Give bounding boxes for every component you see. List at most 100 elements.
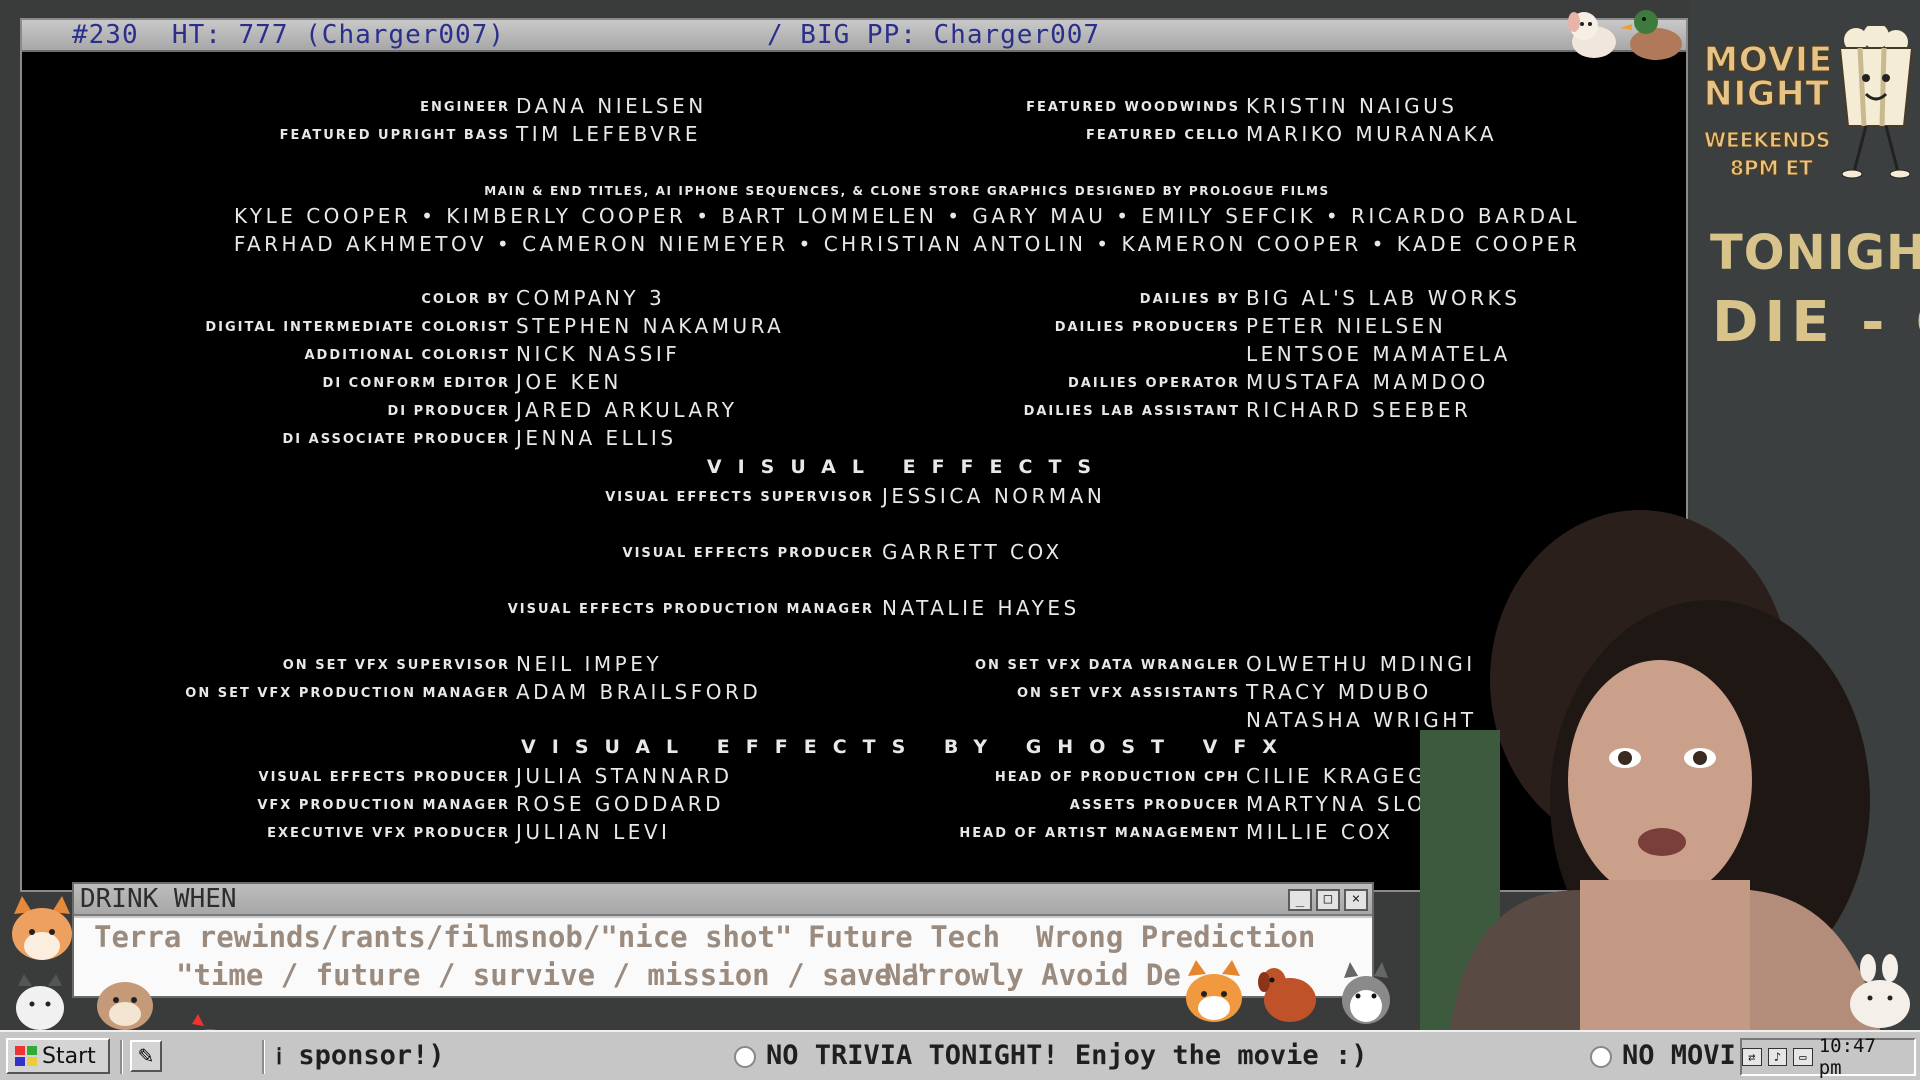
credit-role: Assets Producer <box>1069 798 1240 813</box>
credit-role: Color by <box>421 292 510 307</box>
credit-role: Featured Woodwinds <box>1026 100 1240 115</box>
credit-name: STEPHEN NAKAMURA <box>516 314 785 338</box>
player-title-right: / BIG PP: Charger007 <box>767 20 1101 50</box>
credit-name: MARTYNA SLO <box>1246 792 1427 816</box>
credit-name: NICK NASSIF <box>516 342 681 366</box>
credit-role: Visual Effects Supervisor <box>605 490 874 505</box>
credit-name: TIM LEFEBVRE <box>516 122 701 146</box>
clock[interactable]: 10:47 pm <box>1819 1035 1908 1079</box>
taskbar-separator <box>120 1040 123 1074</box>
minimize-icon[interactable]: _ <box>1288 889 1312 911</box>
ticker-dot-icon <box>1590 1045 1612 1068</box>
drink-when-title: DRINK WHEN <box>80 884 237 914</box>
ticker-dot-icon <box>734 1045 756 1068</box>
maximize-icon[interactable]: □ <box>1316 889 1340 911</box>
drink-rule: Wrong Prediction <box>1036 920 1316 954</box>
bunny-pet-icon <box>1846 954 1916 1034</box>
drink-rule: Future Tech <box>808 920 1001 954</box>
credit-role: DI Associate Producer <box>282 432 510 447</box>
window-controls: _ □ × <box>1288 889 1368 911</box>
dog-pet-icon <box>1562 6 1626 66</box>
credit-name: LENTSOE MAMATELA <box>1246 342 1511 366</box>
credit-name: TRACY MDUBO <box>1246 680 1432 704</box>
credit-name: JOE KEN <box>516 370 622 394</box>
ticker-left-text: sponsor!) <box>298 1040 445 1071</box>
credit-role: Engineer <box>420 100 510 115</box>
credit-name: JULIAN LEVI <box>516 820 671 844</box>
husky-pet-icon <box>1336 962 1396 1032</box>
credit-role: Dailies Lab Assistant <box>1023 404 1240 419</box>
credit-name: NEIL IMPEY <box>516 652 663 676</box>
credit-name: MARIKO MURANAKA <box>1246 122 1498 146</box>
close-icon[interactable]: × <box>1344 889 1368 911</box>
player-titlebar[interactable]: #230 HT: 777 (Charger007) / BIG PP: Char… <box>22 20 1686 76</box>
tonight-label: TONIGHT: <box>1710 225 1920 281</box>
credit-role: Dailies by <box>1139 292 1240 307</box>
credit-titles-role: Main & End Titles, AI iPhone Sequences, … <box>484 184 1330 198</box>
monitor-icon[interactable]: ▭ <box>1793 1048 1813 1066</box>
drink-rule: "time / future / survive / mission / sav… <box>176 958 927 992</box>
logo-line-3: WEEKENDS <box>1703 128 1831 153</box>
drink-rule: Terra rewinds/rants/filmsnob/"nice shot" <box>94 920 793 954</box>
dog-pet-icon <box>1256 960 1320 1030</box>
credit-role: Head of Production CPH <box>994 770 1240 785</box>
credit-role: DI Conform Editor <box>322 376 510 391</box>
drink-when-body: Terra rewinds/rants/filmsnob/"nice shot"… <box>74 918 1372 996</box>
credit-role: Additional Colorist <box>304 348 510 363</box>
notepad-icon[interactable]: ✎ <box>130 1040 162 1072</box>
start-button[interactable]: Start <box>6 1038 110 1074</box>
credit-heading-vfx: VISUAL EFFECTS <box>706 456 1108 478</box>
credit-role: Dailies Producers <box>1054 320 1240 335</box>
credit-name: ADAM BRAILSFORD <box>516 680 762 704</box>
credit-role: On Set VFX Assistants <box>1016 686 1240 701</box>
drink-rule: Narrowly Avoid De <box>884 958 1181 992</box>
ticker-mid: NO TRIVIA TONIGHT! Enjoy the movie :) <box>734 1040 1367 1071</box>
credit-role: Executive VFX Producer <box>267 826 510 841</box>
credit-role: Visual Effects Production Manager <box>507 602 874 617</box>
credit-role: Dailies Operator <box>1067 376 1240 391</box>
credit-name: PETER NIELSEN <box>1246 314 1447 338</box>
credit-role: On Set VFX Production Manager <box>185 686 510 701</box>
drink-when-titlebar[interactable]: DRINK WHEN <box>74 884 1372 916</box>
credit-name: COMPANY 3 <box>516 286 666 310</box>
credit-name: DANA NIELSEN <box>516 94 707 118</box>
popcorn-mascot-icon <box>1838 26 1914 179</box>
ticker-right-text: NO MOVI <box>1622 1040 1736 1071</box>
ticker-left: ⅰ sponsor!) <box>276 1040 445 1071</box>
tonight-movie-title: DIE - G <box>1712 290 1920 355</box>
credit-role: Digital Intermediate Colorist <box>205 320 510 335</box>
logo-line-4: 8PM ET <box>1730 156 1814 181</box>
drink-when-window[interactable]: DRINK WHEN _ □ × Terra rewinds/rants/fil… <box>72 882 1374 998</box>
credit-name: ROSE GODDARD <box>516 792 724 816</box>
credit-titles-line1: KYLE COOPER • KIMBERLY COOPER • BART LOM… <box>233 204 1581 228</box>
fox-pet-icon <box>1180 960 1248 1030</box>
windows-logo-icon <box>15 1046 37 1066</box>
credit-name: MILLIE COX <box>1246 820 1394 844</box>
taskbar-separator <box>262 1040 265 1074</box>
credit-role: On Set VFX Supervisor <box>282 658 510 673</box>
credit-name: MUSTAFA MAMDOO <box>1246 370 1489 394</box>
system-tray: ⇄ ♪ ▭ 10:47 pm <box>1740 1035 1916 1079</box>
credit-role: VFX Production Manager <box>257 798 510 813</box>
credit-role: Visual Effects Producer <box>622 546 874 561</box>
cat-pet-icon <box>10 974 70 1038</box>
credit-name: BIG AL'S LAB WORKS <box>1246 286 1521 310</box>
webcam-feed <box>1410 490 1920 1030</box>
credit-role: DI Producer <box>387 404 510 419</box>
volume-icon[interactable]: ♪ <box>1767 1048 1788 1066</box>
credit-name: JARED ARKULARY <box>516 398 738 422</box>
credit-name: RICHARD SEEBER <box>1246 398 1472 422</box>
credit-name: KRISTIN NAIGUS <box>1246 94 1458 118</box>
start-label: Start <box>42 1043 96 1069</box>
credit-name: CILIE KRAGEG <box>1246 764 1428 788</box>
player-title-left: #230 HT: 777 (Charger007) <box>72 20 505 50</box>
fox-pet-icon <box>4 896 80 970</box>
network-icon[interactable]: ⇄ <box>1742 1048 1762 1066</box>
ticker-mid-text: NO TRIVIA TONIGHT! Enjoy the movie :) <box>766 1040 1368 1071</box>
duck-pet-icon <box>1618 4 1690 68</box>
credit-name: JESSICA NORMAN <box>882 484 1106 508</box>
credit-role: Featured Cello <box>1085 128 1240 143</box>
hamster-pet-icon <box>92 968 158 1038</box>
credit-role: Head of Artist Management <box>959 826 1240 841</box>
credit-role: Featured Upright Bass <box>279 128 510 143</box>
